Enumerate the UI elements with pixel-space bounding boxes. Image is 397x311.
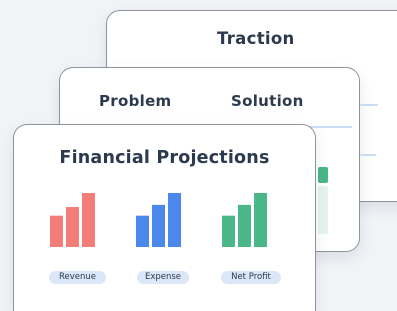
expense-bar-3 (168, 193, 181, 247)
revenue-bar-3 (82, 193, 95, 247)
solution-faint-block (318, 186, 328, 234)
expense-bar-2 (152, 204, 165, 247)
expense-label: Expense (137, 271, 189, 284)
net-profit-bar-3 (254, 193, 267, 247)
revenue-bar-1 (50, 215, 63, 247)
financial-projections-slide-card: Financial Projections Revenue Expense Ne… (13, 124, 316, 311)
solution-title: Solution (231, 92, 304, 110)
net-profit-bar-1 (222, 215, 235, 247)
revenue-label: Revenue (49, 271, 106, 284)
revenue-bar-2 (66, 207, 79, 247)
traction-line (360, 154, 376, 156)
pitch-deck-slides-illustration: Traction Problem Solution Financial Proj… (0, 0, 397, 311)
traction-line (360, 104, 378, 106)
solution-green-block (318, 167, 328, 183)
problem-title: Problem (99, 92, 172, 110)
net-profit-bar-2 (238, 204, 251, 247)
traction-title: Traction (217, 29, 295, 48)
expense-bar-1 (136, 215, 149, 247)
net-profit-label: Net Profit (221, 271, 281, 284)
